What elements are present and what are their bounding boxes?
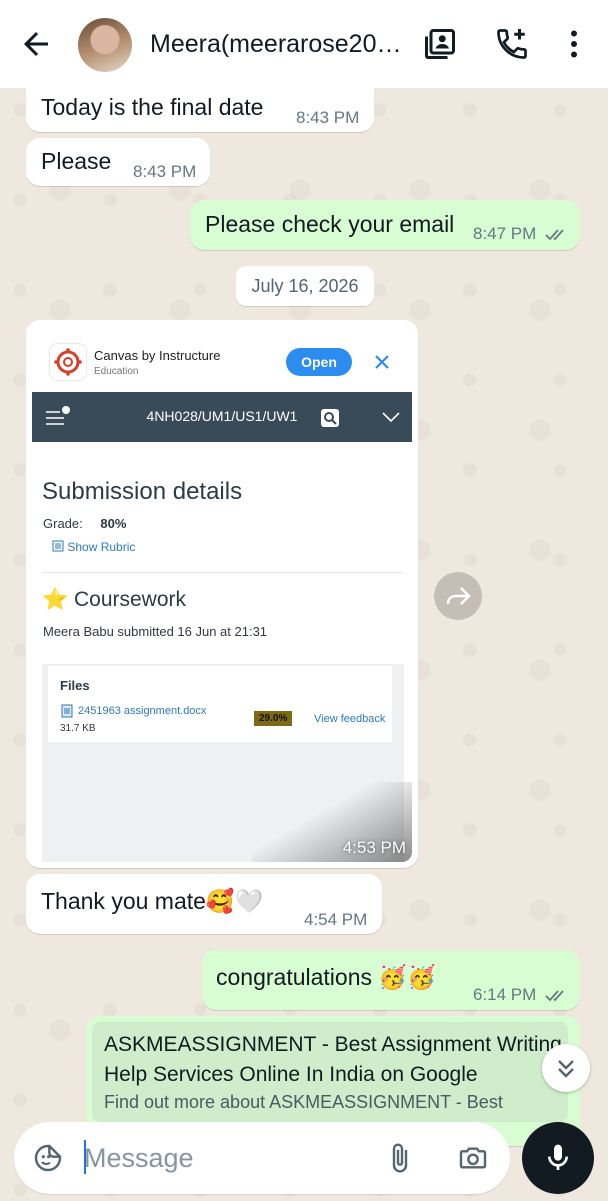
- add-call-icon[interactable]: [494, 26, 530, 62]
- voice-message-button[interactable]: [522, 1122, 594, 1194]
- message-time: 4:53 PM: [342, 838, 406, 857]
- submitted-info: Meera Babu submitted 16 Jun at 21:31: [43, 624, 268, 639]
- rubric-icon: [52, 540, 64, 552]
- chat-header: Meera(meerarose20…: [0, 0, 608, 88]
- link-preview-card[interactable]: ASKMEASSIGNMENT - Best Assignment Writin…: [92, 1022, 568, 1122]
- course-code: 4NH028/UM1/US1/UW1: [146, 408, 298, 424]
- grade-line: Grade: 80%: [43, 516, 126, 531]
- forward-icon: [446, 587, 471, 605]
- back-arrow-icon[interactable]: [18, 26, 54, 62]
- attach-icon[interactable]: [384, 1142, 416, 1174]
- message-bubble-in[interactable]: Please 8:43 PM: [26, 138, 210, 186]
- message-bubble-in[interactable]: Thank you mate🥰🤍 4:54 PM: [26, 874, 382, 934]
- open-app-button: Open: [286, 348, 352, 376]
- close-icon: [375, 355, 389, 369]
- message-time: 6:14 PM: [473, 985, 537, 1004]
- double-tick-icon: [545, 228, 564, 240]
- file-name: 2451963 assignment.docx: [78, 705, 207, 717]
- search-icon: [321, 409, 339, 427]
- forward-button[interactable]: [434, 572, 482, 620]
- message-time: 8:43 PM: [296, 108, 360, 127]
- message-text: congratulations 🥳🥳: [216, 964, 436, 990]
- files-label: Files: [60, 678, 90, 693]
- rubric-text: Show Rubric: [67, 540, 136, 554]
- show-rubric-link: Show Rubric: [52, 540, 135, 554]
- canvas-navbar: 4NH028/UM1/US1/UW1: [32, 392, 412, 442]
- message-meta: 6:14 PM: [473, 985, 569, 1005]
- more-vert-icon[interactable]: [556, 26, 592, 62]
- message-time: 8:47 PM: [473, 224, 537, 243]
- divider: [42, 572, 402, 573]
- app-name: Canvas by Instructure: [94, 348, 221, 363]
- grade-value: 80%: [100, 516, 127, 531]
- double-chevron-down-icon: [558, 1060, 574, 1078]
- message-text: Today is the final date: [41, 94, 264, 120]
- screenshot-image[interactable]: Canvas by Instructure Education Open 4NH…: [32, 326, 412, 862]
- contact-avatar[interactable]: [78, 18, 132, 72]
- contact-card-icon[interactable]: [422, 26, 458, 62]
- scroll-to-bottom-button[interactable]: [542, 1044, 590, 1092]
- contact-name[interactable]: Meera(meerarose20…: [150, 30, 400, 59]
- document-icon: [61, 704, 73, 718]
- view-feedback-link: View feedback: [314, 713, 386, 725]
- camera-icon[interactable]: [456, 1142, 490, 1174]
- date-separator: July 16, 2026: [236, 266, 374, 306]
- message-composer: [14, 1122, 510, 1194]
- canvas-logo-icon: [50, 344, 86, 380]
- similarity-score-badge: 29.0%: [254, 711, 293, 726]
- image-message[interactable]: Canvas by Instructure Education Open 4NH…: [26, 320, 418, 868]
- chevron-down-icon: [382, 412, 400, 423]
- double-tick-icon: [545, 989, 564, 1001]
- app-banner: Canvas by Instructure Education Open: [32, 326, 412, 392]
- message-time: 8:43 PM: [133, 162, 197, 181]
- message-meta: 8:47 PM: [473, 224, 569, 244]
- link-preview-description: Find out more about ASKMEASSIGNMENT - Be…: [104, 1092, 503, 1112]
- message-bubble-out[interactable]: congratulations 🥳🥳 6:14 PM: [202, 950, 580, 1010]
- grade-label: Grade:: [43, 516, 83, 531]
- sticker-icon[interactable]: [32, 1142, 64, 1174]
- files-card: [48, 666, 392, 742]
- file-size: 31.7 KB: [60, 723, 96, 734]
- submission-heading: Submission details: [42, 478, 243, 505]
- message-time: 4:54 PM: [304, 910, 368, 929]
- microphone-icon: [548, 1144, 568, 1170]
- coursework-title: ⭐ Coursework: [42, 588, 187, 611]
- message-text: Please: [41, 148, 112, 174]
- app-category: Education: [94, 366, 139, 377]
- link-preview-title: ASKMEASSIGNMENT - Best Assignment Writin…: [104, 1033, 562, 1086]
- message-text: Please check your email: [205, 211, 455, 237]
- text-cursor: [84, 1140, 86, 1174]
- message-input[interactable]: [84, 1138, 374, 1178]
- message-bubble-out[interactable]: Please check your email 8:47 PM: [190, 200, 580, 250]
- message-text: Thank you mate🥰🤍: [41, 888, 264, 914]
